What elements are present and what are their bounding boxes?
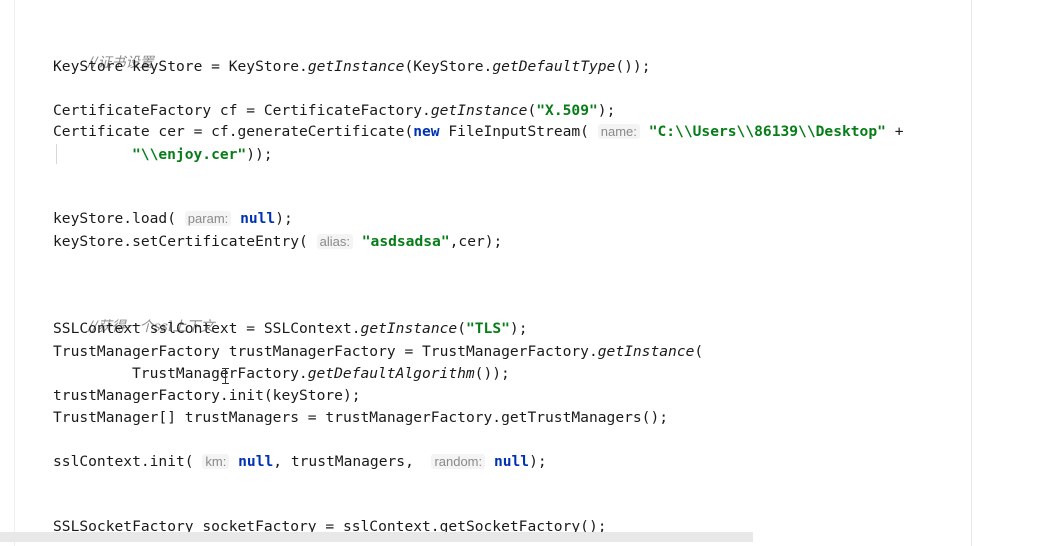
string-literal: "C:\\Users\\86139\\Desktop" bbox=[648, 123, 886, 140]
string-literal: "TLS" bbox=[465, 320, 510, 337]
code-text: TrustManagerFactory trustManagerFactory … bbox=[53, 343, 598, 360]
code-text: ( bbox=[527, 102, 537, 119]
code-text: + bbox=[885, 123, 904, 140]
code-text: ,cer); bbox=[449, 233, 503, 250]
code-line[interactable]: TrustManagerFactory.getDefaultAlgorithm(… bbox=[132, 364, 510, 384]
code-text: trustManagerFactory.init(keyStore); bbox=[53, 387, 361, 404]
code-text: ); bbox=[529, 453, 547, 470]
right-margin-guide bbox=[971, 0, 972, 546]
string-literal: "asdsadsa" bbox=[361, 233, 450, 250]
string-literal: "\\enjoy.cer" bbox=[132, 146, 247, 163]
keyword: null bbox=[240, 210, 276, 227]
method-static: getInstance bbox=[360, 320, 458, 337]
text-cursor-icon bbox=[222, 368, 230, 384]
code-text: Certificate cer = cf.generateCertificate… bbox=[53, 123, 414, 140]
method-static: getInstance bbox=[430, 102, 528, 119]
code-line[interactable]: "\\enjoy.cer")); bbox=[132, 145, 273, 165]
code-text: ); bbox=[509, 320, 528, 337]
code-line[interactable]: SSLContext sslContext = SSLContext.getIn… bbox=[53, 319, 528, 339]
method-static: getInstance bbox=[597, 343, 695, 360]
code-text: ()); bbox=[474, 365, 510, 382]
code-line[interactable]: keyStore.setCertificateEntry( alias: "as… bbox=[53, 232, 502, 252]
parameter-hint: km: bbox=[202, 454, 230, 469]
code-line[interactable]: //获得一个ssl上下文 bbox=[53, 297, 214, 335]
code-text: CertificateFactory cf = CertificateFacto… bbox=[53, 102, 431, 119]
code-text: ); bbox=[275, 210, 293, 227]
parameter-hint: alias: bbox=[316, 234, 353, 249]
horizontal-scrollbar[interactable] bbox=[0, 532, 753, 542]
method-static: getInstance bbox=[307, 58, 405, 75]
code-text: sslContext.init( bbox=[53, 453, 203, 470]
code-line[interactable]: sslContext.init( km: null, trustManagers… bbox=[53, 452, 547, 472]
code-text: FileInputStream( bbox=[439, 123, 598, 140]
method-static: getDefaultAlgorithm bbox=[307, 365, 475, 382]
code-text: ( bbox=[457, 320, 466, 337]
code-text: )); bbox=[246, 146, 273, 163]
code-text: , trustManagers, bbox=[273, 453, 432, 470]
parameter-hint: random: bbox=[431, 454, 486, 469]
code-text: ); bbox=[597, 102, 616, 119]
code-text: (KeyStore. bbox=[404, 58, 493, 75]
string-literal: "X.509" bbox=[536, 102, 598, 119]
code-text: TrustManagerFactory. bbox=[132, 365, 308, 382]
code-text: ()); bbox=[615, 58, 651, 75]
code-text: keyStore.setCertificateEntry( bbox=[53, 233, 317, 250]
code-text: ( bbox=[694, 343, 704, 360]
keyword: null bbox=[493, 453, 530, 470]
code-line[interactable]: trustManagerFactory.init(keyStore); bbox=[53, 386, 361, 406]
code-text: keyStore.load( bbox=[53, 210, 185, 227]
code-line[interactable]: KeyStore keyStore = KeyStore.getInstance… bbox=[53, 57, 651, 77]
gutter-divider bbox=[14, 0, 15, 546]
code-text: SSLContext sslContext = SSLContext. bbox=[53, 320, 361, 337]
indent-guide bbox=[56, 144, 57, 164]
code-line[interactable]: CertificateFactory cf = CertificateFacto… bbox=[53, 101, 615, 121]
keyword: new bbox=[413, 123, 440, 140]
code-line[interactable]: keyStore.load( param: null); bbox=[53, 209, 293, 229]
code-line[interactable]: //证书设置 bbox=[53, 33, 153, 71]
code-line[interactable]: TrustManager[] trustManagers = trustMana… bbox=[53, 408, 668, 428]
code-line[interactable]: Certificate cer = cf.generateCertificate… bbox=[53, 122, 904, 142]
method-static: getDefaultType bbox=[492, 58, 616, 75]
parameter-hint: param: bbox=[184, 211, 232, 226]
code-text: TrustManager[] trustManagers = trustMana… bbox=[53, 409, 669, 426]
parameter-hint: name: bbox=[597, 124, 640, 139]
code-line[interactable]: TrustManagerFactory trustManagerFactory … bbox=[53, 342, 703, 362]
code-text: KeyStore keyStore = KeyStore. bbox=[53, 58, 308, 75]
code-editor[interactable]: //证书设置 KeyStore keyStore = KeyStore.getI… bbox=[0, 0, 1042, 546]
keyword: null bbox=[238, 453, 274, 470]
